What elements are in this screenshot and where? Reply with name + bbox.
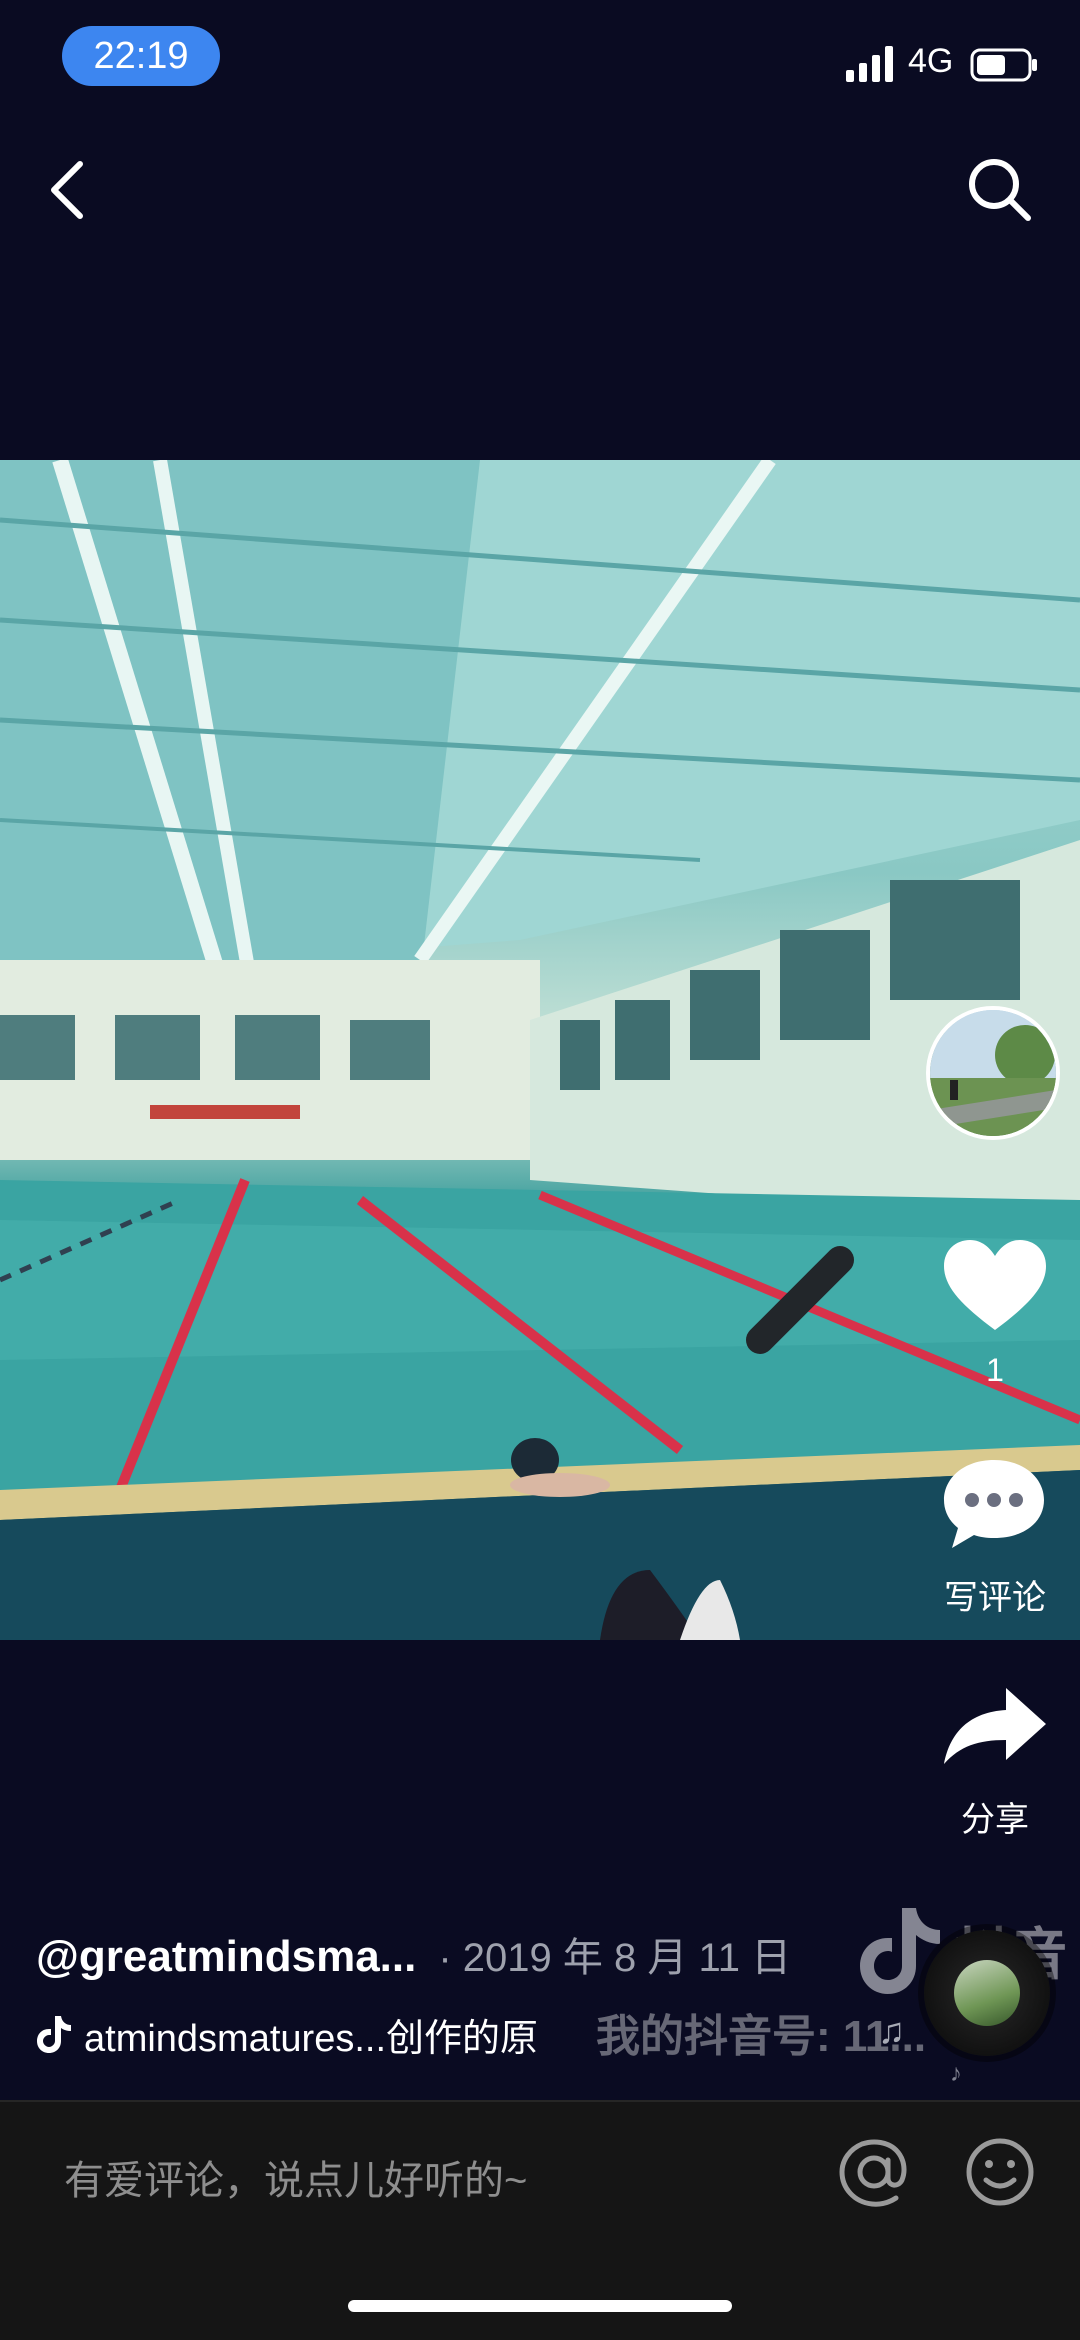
video-frame [0, 460, 1080, 1640]
tiktok-note-icon [37, 2016, 71, 2053]
comment-input[interactable]: 有爱评论，说点儿好听的~ [64, 2148, 527, 2206]
comment-label[interactable]: 写评论 [920, 1570, 1070, 1619]
music-disc[interactable] [924, 1930, 1050, 2056]
status-bar: 22:19 4G [0, 0, 1080, 110]
watermark-user-id: 我的抖音号: 11... [596, 2012, 927, 2061]
post-meta: @greatmindsma... · 2019 年 8 月 11 日 [36, 1925, 791, 1985]
status-time: 22:19 [62, 26, 220, 86]
battery-icon [970, 48, 1037, 82]
video-player[interactable] [0, 460, 1080, 1640]
share-arrow-icon[interactable] [940, 1684, 1050, 1768]
share-label[interactable]: 分享 [920, 1792, 1070, 1841]
at-sign-icon[interactable] [838, 2136, 910, 2208]
floating-note-small-icon: ♪ [950, 2060, 962, 2087]
smiley-icon[interactable] [964, 2136, 1036, 2208]
home-indicator[interactable] [348, 2300, 732, 2312]
back-chevron-icon[interactable] [40, 150, 100, 230]
comment-bubble-icon[interactable] [938, 1454, 1050, 1554]
author-avatar[interactable] [926, 1006, 1060, 1140]
search-icon[interactable] [960, 150, 1040, 230]
music-disc-cover [954, 1960, 1020, 2026]
floating-note-icon: ♫ [878, 2010, 905, 2051]
post-date: · 2019 年 8 月 11 日 [438, 1936, 792, 1980]
signal-icon [846, 46, 893, 82]
like-count: 1 [986, 1352, 1004, 1388]
heart-icon[interactable] [940, 1236, 1050, 1336]
avatar-image [930, 1010, 1056, 1136]
author-handle[interactable]: @greatmindsma... [36, 1932, 416, 1982]
network-type: 4G [908, 42, 954, 80]
music-info[interactable]: atmindsmatures...创作的原 [36, 2006, 636, 2062]
music-caption: atmindsmatures...创作的原 [84, 2017, 538, 2060]
